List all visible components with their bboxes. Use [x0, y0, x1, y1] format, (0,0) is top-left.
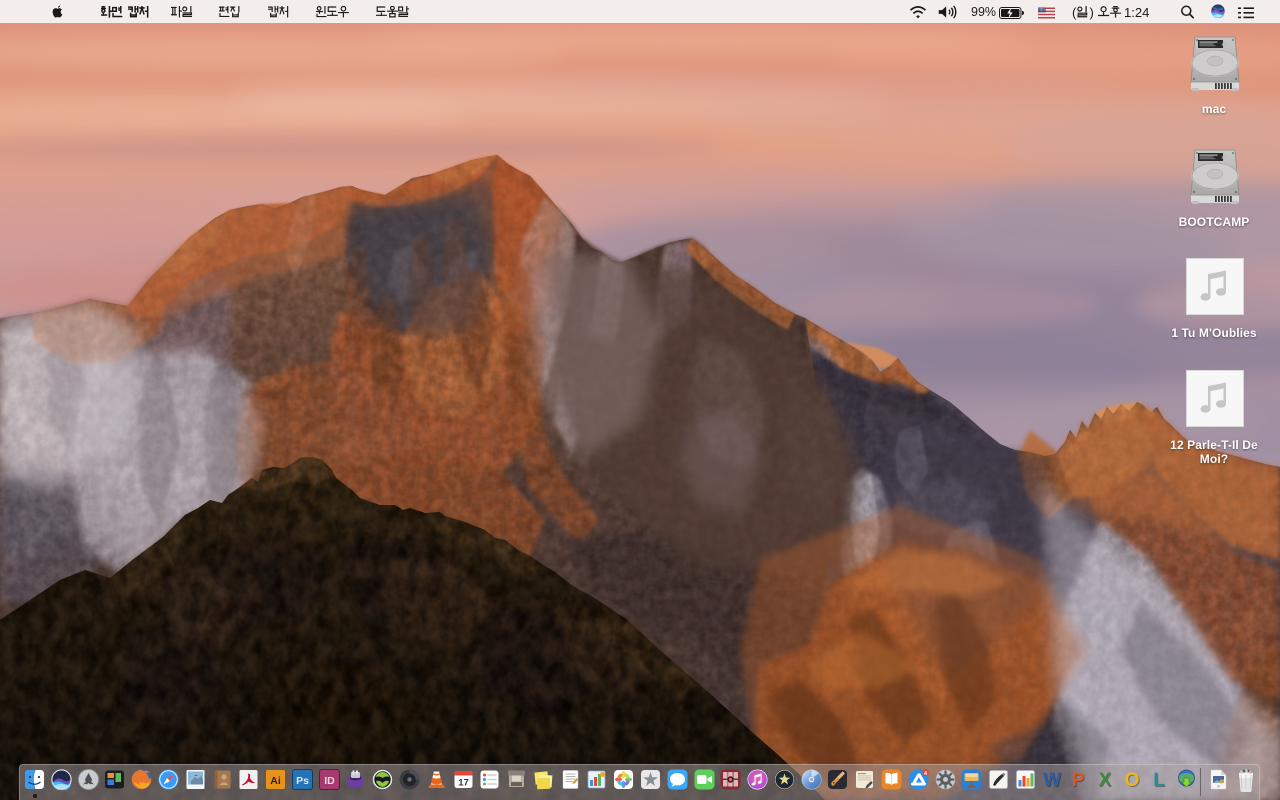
svg-text:Ps: Ps: [296, 775, 309, 787]
svg-text:L: L: [1153, 770, 1165, 790]
svg-text:rtf: rtf: [1217, 785, 1220, 789]
svg-text:ID: ID: [324, 775, 335, 787]
svg-text:Ai: Ai: [270, 775, 281, 787]
svg-text:O: O: [1125, 770, 1140, 790]
svg-text:W: W: [1043, 770, 1061, 790]
svg-text:P: P: [1072, 770, 1085, 790]
svg-text:X: X: [1099, 770, 1112, 790]
svg-text:17: 17: [458, 778, 469, 789]
